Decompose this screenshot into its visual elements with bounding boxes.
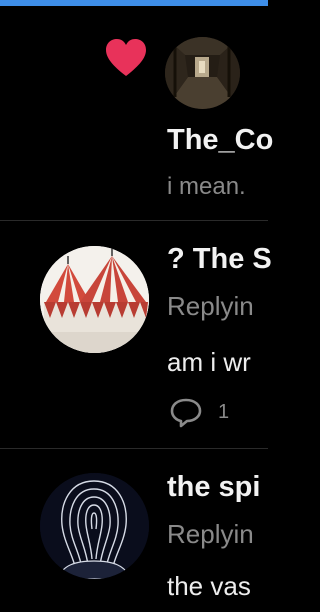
reply-count: 1 bbox=[218, 401, 230, 423]
tweet-text: am i wr bbox=[167, 347, 251, 377]
tweet-item[interactable]: the spi Replyin the vas bbox=[0, 449, 268, 612]
heart-icon bbox=[106, 39, 146, 76]
corridor-avatar-image bbox=[165, 37, 240, 109]
tweet-author-name[interactable]: ? The S bbox=[167, 243, 272, 276]
avatar[interactable] bbox=[40, 473, 149, 579]
tweet-text: the vas bbox=[167, 571, 251, 601]
like-notification[interactable]: The_Co i mean. bbox=[0, 0, 273, 220]
circus-tent-avatar-image bbox=[40, 246, 149, 353]
tweet-item[interactable]: ? The S Replyin am i wr 1 bbox=[0, 221, 272, 448]
fingerprint-head-avatar-image bbox=[40, 473, 149, 579]
replying-to-label[interactable]: Replyin bbox=[167, 519, 254, 550]
replying-to-label[interactable]: Replyin bbox=[167, 291, 254, 322]
tweet-author-name[interactable]: the spi bbox=[167, 471, 260, 504]
notification-user-name[interactable]: The_Co bbox=[167, 124, 273, 157]
notification-snippet: i mean. bbox=[167, 173, 246, 200]
reply-icon[interactable] bbox=[169, 397, 203, 429]
avatar[interactable] bbox=[40, 246, 149, 353]
avatar[interactable] bbox=[165, 37, 240, 109]
